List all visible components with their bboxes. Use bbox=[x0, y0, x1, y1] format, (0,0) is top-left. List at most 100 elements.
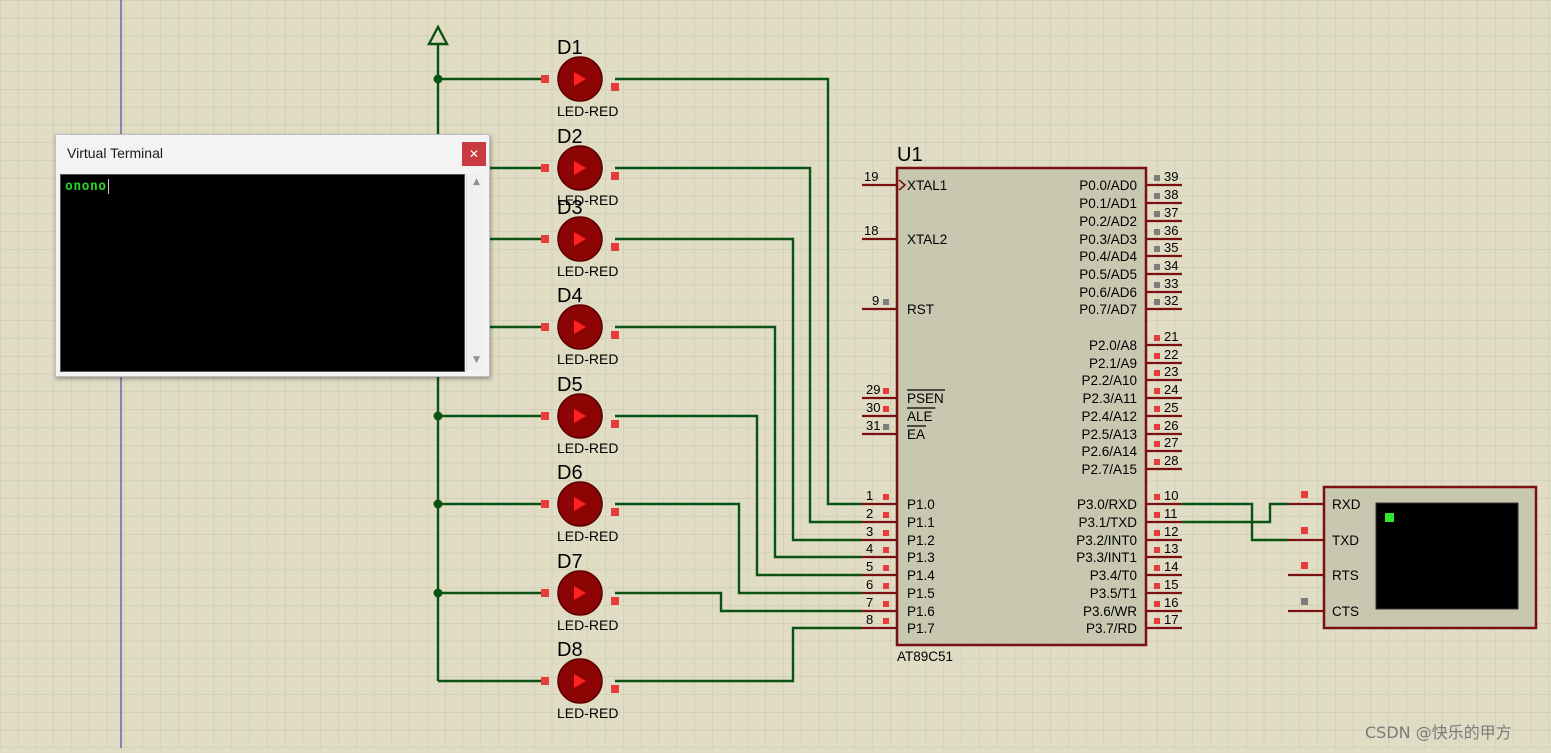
pin-name: P3.5/T1 bbox=[1090, 586, 1137, 601]
pin-number: 33 bbox=[1164, 276, 1178, 291]
mcu-u1[interactable]: U1 AT89C51 19XTAL118XTAL29RST29PSEN30ALE… bbox=[862, 144, 1182, 664]
pin-state bbox=[1154, 601, 1160, 607]
pin-number: 4 bbox=[866, 541, 873, 556]
pin-state bbox=[1154, 246, 1160, 252]
pin-state bbox=[1154, 229, 1160, 235]
pin-state bbox=[1154, 299, 1160, 305]
pin-number: 16 bbox=[1164, 595, 1178, 610]
pin-name: P3.3/INT1 bbox=[1076, 550, 1137, 565]
pin-number: 7 bbox=[866, 595, 873, 610]
pin-state bbox=[1154, 211, 1160, 217]
led-anode-pin bbox=[541, 677, 549, 685]
pin-name: P0.4/AD4 bbox=[1079, 249, 1137, 264]
pin-state bbox=[883, 547, 889, 553]
wire-junction bbox=[433, 411, 443, 421]
pin-number: 28 bbox=[1164, 453, 1178, 468]
virtual-terminal-component[interactable]: RXD TXD RTS CTS bbox=[1288, 485, 1538, 630]
scroll-up-icon[interactable]: ▲ bbox=[467, 174, 486, 190]
pin-number: 34 bbox=[1164, 258, 1178, 273]
pin-name: RXD bbox=[1332, 497, 1361, 512]
led-ref: D5 bbox=[557, 374, 583, 396]
pin-name: CTS bbox=[1332, 604, 1359, 619]
terminal-display bbox=[1375, 502, 1519, 610]
pin-number: 5 bbox=[866, 559, 873, 574]
pin-name: P1.0 bbox=[907, 497, 935, 512]
pin-state bbox=[883, 618, 889, 624]
pin-number: 10 bbox=[1164, 488, 1178, 503]
pin-number: 26 bbox=[1164, 418, 1178, 433]
pin-name: P1.1 bbox=[907, 515, 935, 530]
led-ref: D1 bbox=[557, 37, 583, 59]
led-type: LED-RED bbox=[557, 440, 618, 456]
pin-state bbox=[1154, 370, 1160, 376]
pin-name: ALE bbox=[907, 409, 933, 424]
pin-number: 1 bbox=[866, 488, 873, 503]
pin-number: 11 bbox=[1164, 506, 1178, 521]
led-type: LED-RED bbox=[557, 528, 618, 544]
virtual-terminal-window[interactable]: Virtual Terminal ✕ onono ▲ ▼ bbox=[55, 134, 490, 377]
terminal-text: onono bbox=[65, 179, 107, 194]
pin-number: 32 bbox=[1164, 293, 1178, 308]
pin-name: P1.6 bbox=[907, 604, 935, 619]
pin-name: P1.4 bbox=[907, 568, 935, 583]
pin-number: 36 bbox=[1164, 223, 1178, 238]
wire-junction bbox=[433, 74, 443, 84]
pin-state bbox=[1301, 562, 1308, 569]
pin-name: P3.0/RXD bbox=[1077, 497, 1137, 512]
pin-name: P0.5/AD5 bbox=[1079, 267, 1137, 282]
pin-name: P3.7/RD bbox=[1086, 621, 1137, 636]
pin-state bbox=[883, 530, 889, 536]
pin-number: 27 bbox=[1164, 435, 1178, 450]
pin-name: P2.0/A8 bbox=[1089, 338, 1137, 353]
pin-name: P1.7 bbox=[907, 621, 935, 636]
pin-number: 31 bbox=[866, 418, 880, 433]
pin-state bbox=[1154, 494, 1160, 500]
led-anode-pin bbox=[541, 235, 549, 243]
pin-number: 12 bbox=[1164, 524, 1178, 539]
pin-number: 18 bbox=[864, 223, 878, 238]
pin-name: P3.2/INT0 bbox=[1076, 533, 1137, 548]
led-cathode-pin bbox=[611, 243, 619, 251]
pin-name: P0.2/AD2 bbox=[1079, 214, 1137, 229]
led-ref: D7 bbox=[557, 551, 583, 573]
pin-state bbox=[1154, 547, 1160, 553]
pin-name: RST bbox=[907, 302, 934, 317]
text-cursor bbox=[107, 179, 109, 194]
pin-name: P3.6/WR bbox=[1083, 604, 1137, 619]
led-cathode-pin bbox=[611, 331, 619, 339]
pin-name: XTAL1 bbox=[907, 178, 947, 193]
led-anode-pin bbox=[541, 589, 549, 597]
scroll-down-icon[interactable]: ▼ bbox=[467, 352, 486, 368]
pin-number: 24 bbox=[1164, 382, 1178, 397]
pin-state bbox=[883, 424, 889, 430]
pin-state bbox=[1154, 512, 1160, 518]
led-cathode-pin bbox=[611, 172, 619, 180]
led-anode-pin bbox=[541, 164, 549, 172]
terminal-output[interactable]: onono bbox=[60, 174, 465, 372]
led-type: LED-RED bbox=[557, 351, 618, 367]
pin-state bbox=[883, 583, 889, 589]
vertical-scrollbar[interactable]: ▲ ▼ bbox=[466, 174, 486, 370]
pin-number: 19 bbox=[864, 169, 878, 184]
pin-name: XTAL2 bbox=[907, 232, 947, 247]
pin-name: P2.6/A14 bbox=[1081, 444, 1137, 459]
pin-number: 37 bbox=[1164, 205, 1178, 220]
close-button[interactable]: ✕ bbox=[462, 142, 486, 166]
pin-number: 9 bbox=[872, 293, 879, 308]
pin-number: 23 bbox=[1164, 364, 1178, 379]
pin-name: P1.3 bbox=[907, 550, 935, 565]
pin-state bbox=[1154, 424, 1160, 430]
pin-state bbox=[883, 299, 889, 305]
led-type: LED-RED bbox=[557, 705, 618, 721]
pin-state bbox=[1154, 264, 1160, 270]
pin-name: P3.4/T0 bbox=[1090, 568, 1137, 583]
pin-state bbox=[883, 494, 889, 500]
pin-state bbox=[1154, 282, 1160, 288]
pin-name: P2.5/A13 bbox=[1081, 427, 1137, 442]
pin-state bbox=[1154, 193, 1160, 199]
pin-name: P0.1/AD1 bbox=[1079, 196, 1137, 211]
pin-number: 6 bbox=[866, 577, 873, 592]
led-ref: D4 bbox=[557, 285, 583, 307]
led-cathode-pin bbox=[611, 597, 619, 605]
pin-state bbox=[1154, 459, 1160, 465]
